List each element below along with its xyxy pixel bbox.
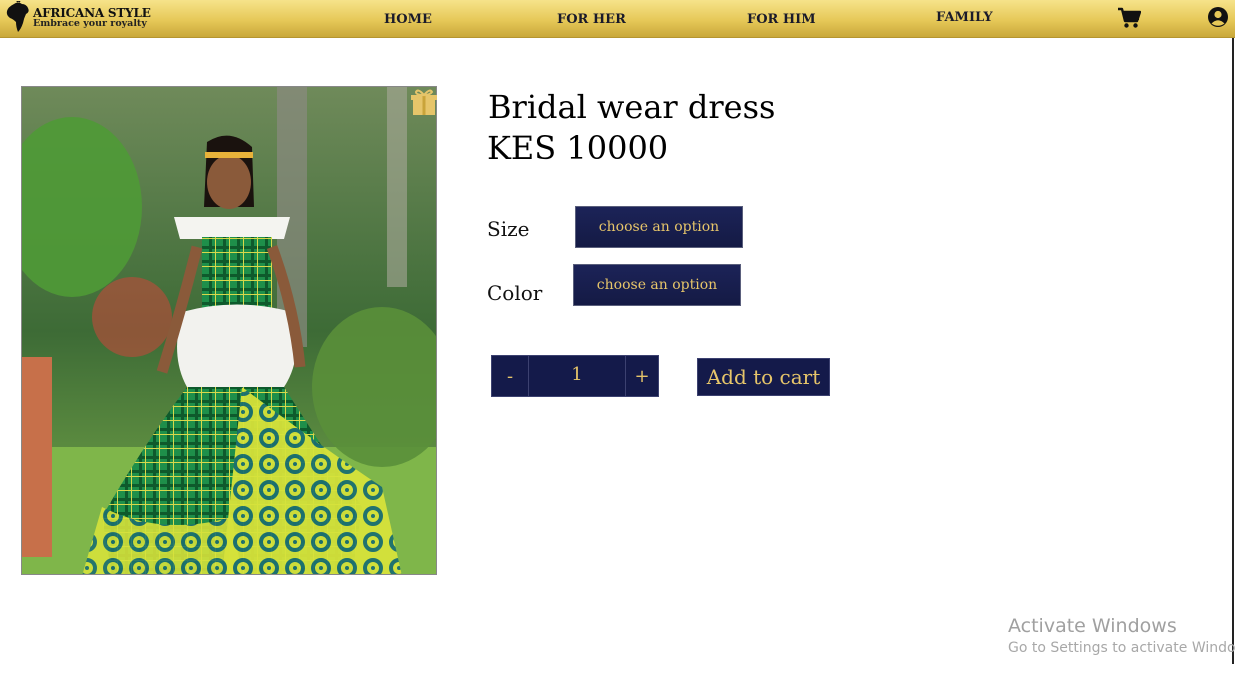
user-circle-icon[interactable] <box>1207 6 1229 28</box>
quantity-decrement-button[interactable]: - <box>492 356 529 396</box>
brand-tagline: Embrace your royalty <box>33 18 147 29</box>
color-select[interactable]: choose an option <box>573 264 741 306</box>
nav-home[interactable]: HOME <box>384 12 432 27</box>
cart-icon[interactable] <box>1117 7 1141 29</box>
nav-family[interactable]: FAMILY <box>936 10 993 25</box>
activate-windows-subtitle: Go to Settings to activate Windows. <box>1008 640 1235 656</box>
quantity-increment-button[interactable]: + <box>625 356 658 396</box>
africa-map-icon <box>6 1 29 32</box>
nav-for-him[interactable]: FOR HIM <box>747 12 816 27</box>
quantity-stepper: - 1 + <box>491 355 659 397</box>
nav-for-her[interactable]: FOR HER <box>557 12 626 27</box>
add-to-cart-button[interactable]: Add to cart <box>697 358 830 396</box>
size-select[interactable]: choose an option <box>575 206 743 248</box>
activate-windows-title: Activate Windows <box>1008 615 1177 637</box>
product-title: Bridal wear dress <box>488 88 776 126</box>
brand-logo[interactable]: AFRICANA STYLE Embrace your royalty <box>4 1 154 35</box>
product-photo <box>22 87 436 574</box>
color-label: Color <box>487 281 543 305</box>
size-label: Size <box>487 217 530 241</box>
product-price: KES 10000 <box>487 129 669 167</box>
gift-icon[interactable] <box>410 87 438 117</box>
product-image[interactable] <box>21 86 437 575</box>
page-divider <box>1232 38 1234 664</box>
quantity-value[interactable]: 1 <box>529 356 625 396</box>
top-navbar: AFRICANA STYLE Embrace your royalty HOME… <box>0 0 1235 38</box>
